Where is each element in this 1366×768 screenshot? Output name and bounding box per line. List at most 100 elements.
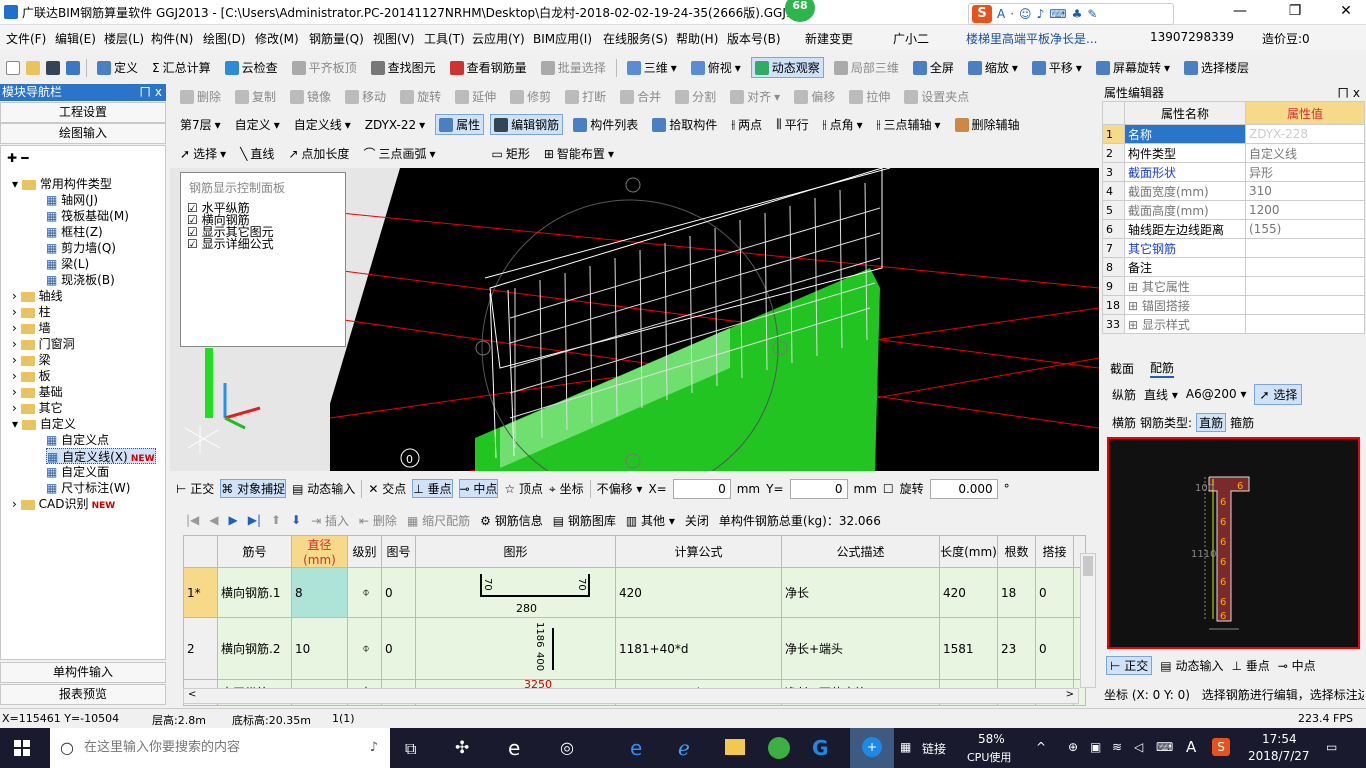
expand-icon[interactable]: ›: [12, 401, 21, 415]
save-icon[interactable]: [46, 60, 60, 75]
intersection-snap[interactable]: ✕ 交点: [368, 480, 406, 497]
select-floor-button[interactable]: 选择楼层: [1180, 57, 1253, 78]
ortho-toggle[interactable]: ⊢ 正交: [176, 480, 214, 497]
two-point-button[interactable]: ⫲ 两点: [727, 114, 766, 135]
section-ortho-toggle[interactable]: ⊢ 正交: [1106, 655, 1153, 675]
tree-item[interactable]: ▾ 自定义: [12, 416, 76, 432]
notification-badge[interactable]: 68: [785, 0, 815, 22]
property-value[interactable]: [1245, 295, 1365, 315]
delete-button[interactable]: 删除: [176, 86, 225, 107]
smart-layout-button[interactable]: ⊞ 智能布置 ▾: [540, 143, 618, 164]
task-view-icon[interactable]: ⧉: [405, 739, 416, 759]
summarize-button[interactable]: Σ 汇总计算: [148, 57, 215, 78]
new-file-icon[interactable]: [6, 60, 20, 75]
align-slab-top-button[interactable]: 平齐板顶: [288, 57, 361, 78]
tree-item[interactable]: ▦ 框柱(Z): [46, 224, 103, 240]
delete-axis-button[interactable]: 删除辅轴: [951, 114, 1024, 135]
tree-item[interactable]: ▦ 现浇板(B): [46, 272, 115, 288]
nav-pin-close-icon[interactable]: ㄇ x: [139, 84, 162, 101]
ime-toolbar[interactable]: S A · ☺ ♪ ⌨ ♣ ✎: [968, 3, 1174, 25]
prop-pin-close-icon[interactable]: ㄇ x: [1337, 84, 1360, 101]
merge-button[interactable]: 合并: [616, 86, 665, 107]
rectangle-button[interactable]: ▭ 矩形: [488, 143, 534, 164]
tree-item[interactable]: ▾ 常用构件类型: [12, 176, 112, 192]
orbit-handle[interactable]: [475, 340, 491, 356]
usb-icon[interactable]: ▣: [1090, 740, 1101, 754]
property-value[interactable]: [1245, 257, 1365, 277]
batch-select-button[interactable]: 批量选择: [537, 57, 610, 78]
property-value[interactable]: [1245, 314, 1365, 334]
split-button[interactable]: 分割: [671, 86, 720, 107]
link-label[interactable]: 链接: [922, 740, 946, 757]
grid-delete-button[interactable]: ⇤ 删除: [359, 512, 397, 529]
property-row[interactable]: 7 其它钢筋: [1102, 238, 1365, 258]
line-type-select[interactable]: 直线 ▾: [1144, 386, 1178, 403]
cost-beans[interactable]: 造价豆:0: [1262, 30, 1310, 47]
tab-rebar[interactable]: 配筋: [1150, 359, 1175, 378]
align-button[interactable]: 对齐 ▾: [726, 86, 784, 107]
property-row[interactable]: 5 截面高度(mm) 1200: [1102, 200, 1365, 220]
guangxiaoer-button[interactable]: 广小二: [893, 30, 929, 47]
dynamic-observe-button[interactable]: 动态观察: [750, 57, 824, 78]
fan-app-icon[interactable]: ✣: [455, 738, 469, 758]
y-input[interactable]: 0: [789, 478, 848, 499]
edit-rebar-button[interactable]: 编辑钢筋: [490, 114, 564, 135]
bar-no-cell[interactable]: 横向钢筋.2: [217, 617, 292, 680]
menu-rebar-qty[interactable]: 钢筋量(Q): [309, 30, 364, 47]
drawing-input-button[interactable]: 绘图输入: [0, 123, 166, 144]
expand-icon[interactable]: ▾: [12, 177, 22, 191]
category-select[interactable]: 自定义 ▾: [231, 114, 284, 135]
bar-no-cell[interactable]: 横向钢筋.1: [217, 567, 292, 618]
scale-rebar-button[interactable]: ▦ 缩尺配筋: [407, 512, 470, 529]
diameter-cell[interactable]: 8: [291, 567, 348, 618]
tree-item[interactable]: ▦ 轴网(J): [46, 192, 98, 208]
set-grip-button[interactable]: 设置夹点: [900, 86, 973, 107]
pick-component-button[interactable]: 拾取构件: [648, 114, 721, 135]
section-dynamic-input-toggle[interactable]: ▤ 动态输入: [1160, 657, 1223, 674]
menu-floor[interactable]: 楼层(L): [104, 30, 144, 47]
ime-punct-icon[interactable]: ·: [1010, 7, 1014, 21]
rotate-input[interactable]: 0.000: [929, 478, 998, 499]
property-value[interactable]: [1245, 276, 1365, 296]
tree-item[interactable]: › 基础: [12, 384, 63, 400]
tree-item[interactable]: › 轴线: [12, 288, 63, 304]
expand-icon[interactable]: ›: [12, 305, 21, 319]
property-value[interactable]: 异形: [1245, 162, 1365, 182]
pan-button[interactable]: 平移 ▾: [1028, 57, 1086, 78]
diameter-cell[interactable]: 10: [291, 617, 348, 680]
undo-icon[interactable]: [66, 60, 80, 75]
tree-item[interactable]: ▦ 自定义面: [46, 464, 109, 480]
line-button[interactable]: ╲ 直线: [236, 143, 278, 164]
fullscreen-button[interactable]: 全屏: [909, 57, 958, 78]
property-row[interactable]: 9 ⊞ 其它属性: [1102, 276, 1365, 296]
straight-bar-button[interactable]: 直筋: [1196, 412, 1227, 432]
property-value[interactable]: ZDYX-228: [1245, 124, 1365, 144]
section-midpoint-snap[interactable]: ⊸ 中点: [1278, 657, 1316, 674]
component-select[interactable]: ZDYX-22 ▾: [361, 116, 429, 134]
subcategory-select[interactable]: 自定义线 ▾: [290, 114, 355, 135]
tree-item[interactable]: › 其它: [12, 400, 63, 416]
checkbox-show-detail-formula[interactable]: ☑ 显示详细公式: [181, 238, 345, 250]
tree-item[interactable]: ▦ 自定义点: [46, 432, 109, 448]
table-row[interactable]: 2 横向钢筋.2 10 ⌽ 0 1186 400 1181+40*d 净长+端头…: [183, 617, 1086, 680]
shape-cell[interactable]: 70 70 280: [415, 567, 616, 618]
rebar-library-button[interactable]: ▤ 钢筋图库: [553, 512, 616, 529]
move-button[interactable]: 移动: [341, 86, 390, 107]
next-record-icon[interactable]: ▶: [229, 513, 238, 527]
scroll-left-icon[interactable]: <: [188, 689, 196, 700]
property-value[interactable]: 自定义线: [1245, 143, 1365, 163]
minimize-icon[interactable]: —: [1230, 3, 1250, 19]
glodon-app-icon[interactable]: +: [862, 737, 882, 757]
x-input[interactable]: 0: [672, 478, 731, 499]
sogou-tray-icon[interactable]: S: [1212, 738, 1230, 756]
vertical-scrollbar[interactable]: [1080, 553, 1096, 688]
trim-button[interactable]: 修剪: [506, 86, 555, 107]
menu-modify[interactable]: 修改(M): [255, 30, 299, 47]
zoom-button[interactable]: 缩放 ▾: [964, 57, 1022, 78]
coordinate-snap[interactable]: ⌖ 坐标: [549, 480, 584, 497]
count-cell[interactable]: 23: [997, 617, 1036, 680]
object-snap-toggle[interactable]: ⌘ 对象捕捉: [220, 479, 287, 498]
mirror-button[interactable]: 镜像: [286, 86, 335, 107]
property-row[interactable]: 2 构件类型 自定义线: [1102, 143, 1365, 163]
table-row[interactable]: 1* 横向钢筋.1 8 ⌽ 0 70 70 280 420 净长 420 18 …: [183, 567, 1086, 618]
